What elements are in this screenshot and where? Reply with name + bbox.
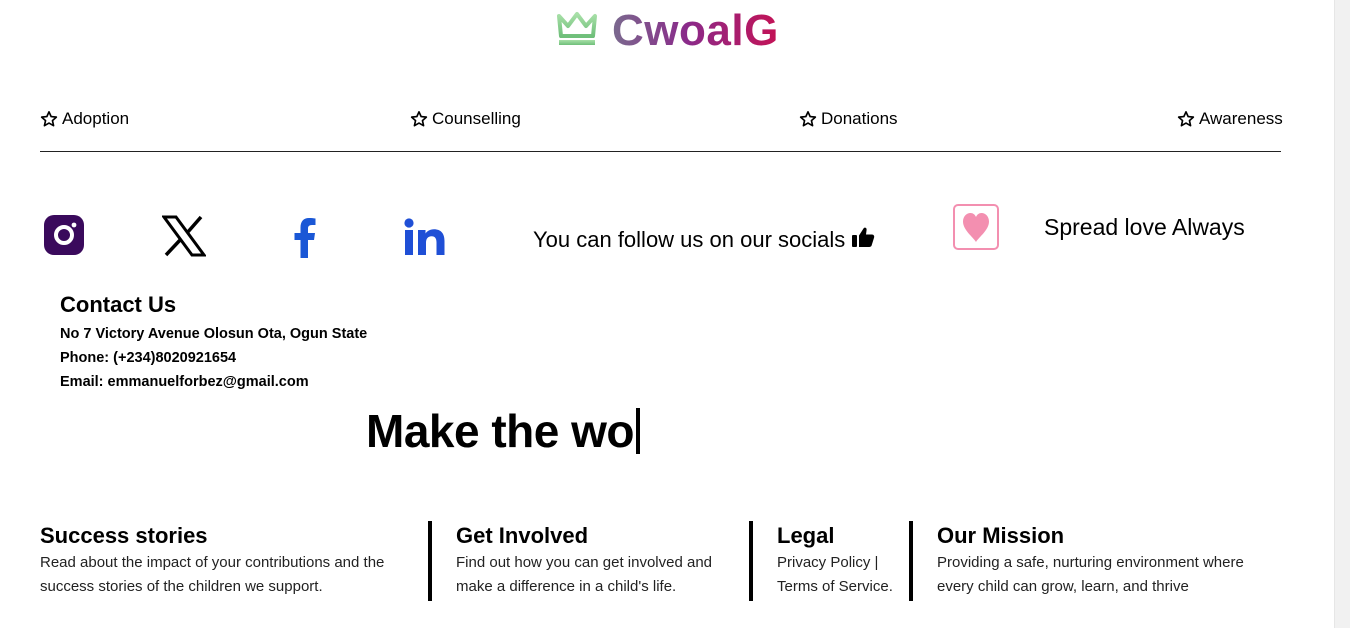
facebook-icon[interactable] [293, 216, 317, 263]
footer-text: Find out how you can get involved and ma… [456, 554, 713, 595]
nav-label: Donations [821, 109, 898, 128]
contact-email[interactable]: Email: emmanuelforbez@gmail.com [60, 370, 367, 394]
typing-text: Make the wo [366, 405, 635, 457]
nav-label: Adoption [62, 109, 130, 128]
nav-divider [40, 151, 1281, 152]
typing-cursor [636, 408, 641, 454]
footer-heading: Our Mission [937, 523, 1065, 548]
nav-item-donations[interactable]: Donations [799, 109, 898, 129]
linkedin-icon[interactable] [404, 218, 446, 261]
follow-us-text: You can follow us on our socials [533, 226, 875, 254]
contact-phone[interactable]: Phone: (+234)8020921654 [60, 346, 367, 370]
footer-heading: Get Involved [456, 523, 589, 548]
nav-item-counselling[interactable]: Counselling [410, 109, 521, 129]
star-outline-icon [1177, 111, 1195, 127]
footer-divider [749, 521, 753, 601]
footer-get-involved: Get Involved Find out how you can get in… [456, 521, 736, 599]
footer-divider [428, 521, 432, 601]
footer-our-mission: Our Mission Providing a safe, nurturing … [937, 521, 1267, 599]
contact-address: No 7 Victory Avenue Olosun Ota, Ogun Sta… [60, 326, 368, 342]
contact-title: Contact Us [60, 292, 177, 317]
brand-name: CwoalG [612, 6, 779, 55]
typing-headline: Make the wo [366, 404, 641, 458]
footer-success-stories: Success stories Read about the impact of… [40, 521, 420, 599]
main-nav: Adoption Counselling Donations Awareness [40, 109, 1283, 133]
nav-item-awareness[interactable]: Awareness [1177, 109, 1283, 129]
star-outline-icon [40, 111, 58, 127]
nav-label: Awareness [1199, 109, 1283, 128]
heart-icon [953, 204, 999, 250]
footer-heading: Legal [777, 523, 835, 548]
instagram-icon[interactable] [44, 215, 84, 260]
footer-text: Read about the impact of your contributi… [40, 554, 385, 595]
thumbs-up-icon [851, 226, 875, 254]
star-outline-icon [799, 111, 817, 127]
nav-label: Counselling [432, 109, 521, 128]
nav-item-adoption[interactable]: Adoption [40, 109, 129, 129]
crown-icon [556, 10, 598, 53]
follow-label: You can follow us on our socials [533, 227, 846, 252]
spread-love-text: Spread love Always [1044, 214, 1245, 240]
footer-legal: Legal Privacy Policy | Terms of Service. [777, 521, 899, 599]
star-outline-icon [410, 111, 428, 127]
footer-legal-links[interactable]: Privacy Policy | Terms of Service. [777, 551, 899, 599]
brand-logo[interactable]: CwoalG [556, 6, 779, 56]
footer-divider [909, 521, 913, 601]
contact-section: Contact Us No 7 Victory Avenue Olosun Ot… [60, 292, 367, 394]
x-twitter-icon[interactable] [161, 215, 207, 262]
page-scrollbar[interactable] [1334, 0, 1350, 628]
footer-text: Providing a safe, nurturing environment … [937, 554, 1244, 595]
footer-heading: Success stories [40, 523, 208, 548]
